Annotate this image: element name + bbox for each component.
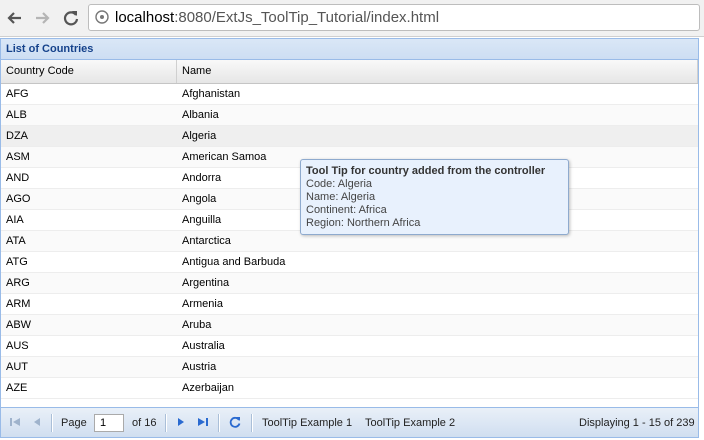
refresh-icon[interactable]	[228, 415, 242, 429]
paging-toolbar: Page of 16 ToolTip Example 1 ToolTip Exa…	[1, 407, 698, 437]
countries-panel: List of Countries Country Code Name AFG A…	[0, 38, 699, 438]
cell-country-code: DZA	[6, 130, 28, 142]
cell-country-name: Australia	[182, 340, 225, 352]
reload-button[interactable]	[60, 7, 82, 29]
cell-country-name: Aruba	[182, 319, 212, 331]
toolbar-separator	[51, 414, 53, 432]
cell-country-name: Antarctica	[182, 235, 231, 247]
cell-country-code: ARM	[6, 298, 31, 310]
panel-title: List of Countries	[6, 43, 94, 55]
cell-country-code: ABW	[6, 319, 32, 331]
displaying-status: Displaying 1 - 15 of 239	[579, 417, 695, 429]
country-tooltip: Tool Tip for country added from the cont…	[300, 159, 569, 235]
url-text[interactable]: localhost:8080/ExtJs_ToolTip_Tutorial/in…	[115, 9, 439, 26]
cell-country-name: Anguilla	[182, 214, 222, 226]
address-bar[interactable]: localhost:8080/ExtJs_ToolTip_Tutorial/in…	[88, 4, 700, 31]
cell-country-code: ASM	[6, 151, 30, 163]
next-page-icon[interactable]	[174, 415, 188, 429]
column-header-country-code[interactable]: Country Code	[1, 60, 177, 83]
panel-header: List of Countries	[1, 39, 698, 60]
last-page-icon[interactable]	[196, 415, 210, 429]
toolbar-separator	[165, 414, 167, 432]
toolbar-separator	[218, 414, 220, 432]
page-number-input[interactable]	[94, 414, 124, 432]
url-host: localhost	[115, 9, 175, 26]
cell-country-code: ALB	[6, 109, 27, 121]
table-row[interactable]: ALB Albania	[1, 105, 698, 126]
tooltip-title: Tool Tip for country added from the cont…	[306, 165, 546, 177]
toolbar-separator	[251, 414, 253, 432]
tooltip-name-line: Name: Algeria	[306, 191, 376, 203]
url-path: :8080/ExtJs_ToolTip_Tutorial/index.html	[174, 9, 440, 26]
grid-header: Country Code Name	[1, 60, 698, 84]
forward-arrow-icon	[36, 12, 50, 24]
cell-country-name: Angola	[182, 193, 217, 205]
cell-country-name: Antigua and Barbuda	[182, 256, 286, 268]
browser-toolbar: localhost:8080/ExtJs_ToolTip_Tutorial/in…	[0, 0, 704, 37]
reload-icon	[63, 11, 79, 26]
cell-country-name: Armenia	[182, 298, 223, 310]
table-row[interactable]: ARM Armenia	[1, 294, 698, 315]
table-row[interactable]: ATG Antigua and Barbuda	[1, 252, 698, 273]
page-info-icon[interactable]	[95, 10, 109, 24]
cell-country-code: ATG	[6, 256, 28, 268]
cell-country-code: AGO	[6, 193, 31, 205]
tooltip-example-1-button[interactable]: ToolTip Example 1	[262, 415, 352, 431]
column-header-name[interactable]: Name	[177, 60, 698, 83]
cell-country-name: Austria	[182, 361, 217, 373]
cell-country-name: Albania	[182, 109, 219, 121]
cell-country-name: Algeria	[182, 130, 217, 142]
tooltip-continent-line: Continent: Africa	[306, 204, 387, 216]
cell-country-code: AFG	[6, 88, 29, 100]
forward-button[interactable]	[31, 7, 53, 29]
page-label: Page	[61, 417, 87, 429]
first-page-icon[interactable]	[8, 415, 22, 429]
page-count-label: of 16	[132, 417, 157, 429]
tooltip-region-line: Region: Northern Africa	[306, 217, 421, 229]
table-row[interactable]: AUS Australia	[1, 336, 698, 357]
cell-country-name: American Samoa	[182, 151, 267, 163]
cell-country-name: Afghanistan	[182, 88, 241, 100]
grid-body: AFG Afghanistan ALB Albania DZA Algeria ASM…	[1, 84, 698, 406]
cell-country-code: AND	[6, 172, 30, 184]
cell-country-code: AZE	[6, 382, 28, 394]
tooltip-code-line: Code: Algeria	[306, 178, 373, 190]
previous-page-icon[interactable]	[30, 415, 44, 429]
cell-country-code: ATA	[6, 235, 26, 247]
table-row[interactable]: AUT Austria	[1, 357, 698, 378]
table-row[interactable]: AZE Azerbaijan	[1, 378, 698, 399]
table-row[interactable]: AFG Afghanistan	[1, 84, 698, 105]
table-row[interactable]: DZA Algeria	[1, 126, 698, 147]
cell-country-name: Azerbaijan	[182, 382, 234, 394]
back-arrow-icon	[7, 12, 21, 24]
table-row[interactable]: ABW Aruba	[1, 315, 698, 336]
cell-country-code: AIA	[6, 214, 24, 226]
tooltip-example-2-button[interactable]: ToolTip Example 2	[365, 415, 455, 431]
cell-country-code: ARG	[6, 277, 30, 289]
cell-country-code: AUS	[6, 340, 29, 352]
cell-country-name: Andorra	[182, 172, 222, 184]
back-button[interactable]	[4, 7, 26, 29]
cell-country-code: AUT	[6, 361, 28, 373]
cell-country-name: Argentina	[182, 277, 230, 289]
table-row[interactable]: ARG Argentina	[1, 273, 698, 294]
